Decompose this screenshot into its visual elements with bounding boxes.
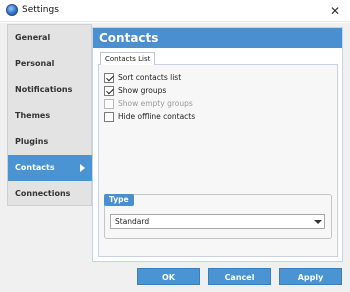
page-title: Contacts <box>93 28 342 48</box>
show-empty-groups-checkbox <box>104 99 114 109</box>
sidebar: General Personal Notifications Themes Pl… <box>7 24 93 207</box>
window-title: Settings <box>22 5 59 15</box>
tab-contacts-list[interactable]: Contacts List <box>100 52 156 65</box>
title-bar: Settings ✕ <box>0 0 350 22</box>
sort-contacts-checkbox[interactable] <box>104 73 114 83</box>
dropdown-button[interactable] <box>311 215 324 228</box>
show-groups-label: Show groups <box>118 86 167 95</box>
sidebar-item-connections[interactable]: Connections <box>8 181 93 207</box>
sort-contacts-label: Sort contacts list <box>118 73 182 82</box>
type-group-legend: Type <box>104 194 134 206</box>
sidebar-item-personal[interactable]: Personal <box>8 51 93 77</box>
sidebar-item-plugins[interactable]: Plugins <box>8 129 93 155</box>
hide-offline-checkbox[interactable] <box>104 112 114 122</box>
sidebar-item-general[interactable]: General <box>8 25 93 51</box>
chevron-right-icon <box>80 164 85 172</box>
apply-button[interactable]: Apply <box>279 268 342 285</box>
sidebar-item-contacts[interactable]: Contacts <box>8 155 93 181</box>
close-icon[interactable]: ✕ <box>320 0 350 22</box>
hide-offline-label: Hide offline contacts <box>118 112 196 121</box>
cancel-button[interactable]: Cancel <box>208 268 271 285</box>
sidebar-item-themes[interactable]: Themes <box>8 103 93 129</box>
ok-button[interactable]: OK <box>137 268 200 285</box>
show-groups-checkbox[interactable] <box>104 86 114 96</box>
show-empty-groups-label: Show empty groups <box>118 99 193 108</box>
sidebar-item-notifications[interactable]: Notifications <box>8 77 93 103</box>
app-icon <box>6 4 18 16</box>
type-select[interactable]: Standard <box>110 214 325 229</box>
chevron-down-icon <box>314 220 322 224</box>
type-select-value: Standard <box>115 217 150 226</box>
sidebar-item-label: Contacts <box>15 163 55 172</box>
